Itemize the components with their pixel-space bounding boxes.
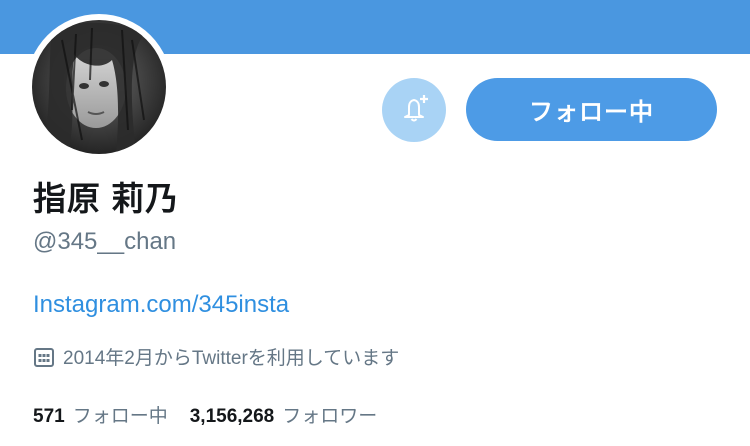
avatar[interactable] — [32, 20, 166, 154]
avatar-frame — [26, 14, 172, 160]
calendar-icon — [33, 346, 55, 368]
following-stat[interactable]: 571 フォロー中 — [33, 401, 168, 428]
followers-label: フォロワー — [282, 406, 378, 427]
join-date: 2014年2月からTwitterを利用しています — [33, 343, 399, 370]
followers-stat[interactable]: 3,156,268 フォロワー — [190, 401, 378, 428]
display-name: 指原 莉乃 — [33, 180, 180, 217]
notification-toggle-button[interactable] — [382, 78, 446, 142]
profile-photo — [32, 20, 166, 154]
join-date-text: 2014年2月からTwitterを利用しています — [63, 348, 400, 369]
followers-count: 3,156,268 — [189, 406, 275, 427]
following-label: フォロー中 — [72, 406, 168, 427]
following-button[interactable]: フォロー中 — [466, 78, 717, 141]
profile-link[interactable]: Instagram.com/345insta — [33, 291, 289, 319]
bell-plus-icon — [397, 91, 431, 130]
profile-stats: 571 フォロー中 3,156,268 フォロワー — [33, 401, 399, 428]
user-handle: @345__chan — [33, 228, 177, 255]
following-count: 571 — [33, 406, 65, 427]
